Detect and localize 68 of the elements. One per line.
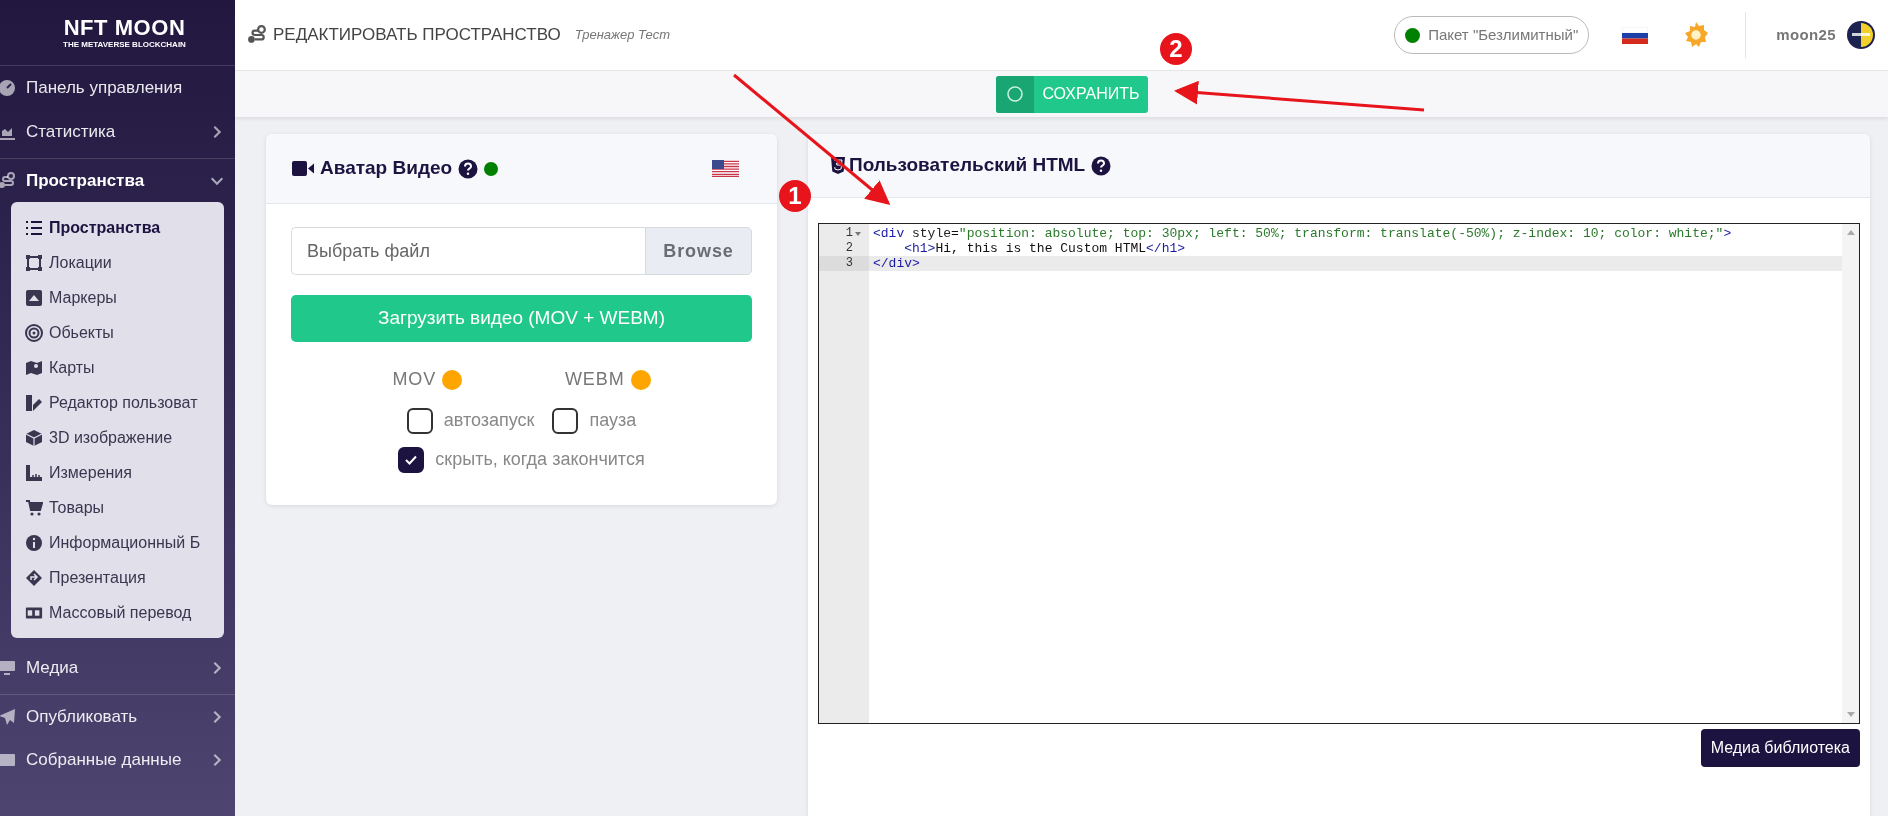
format-label: WEBM: [564, 368, 625, 391]
avatar-icon: [1846, 20, 1876, 50]
format-label: MOV: [392, 368, 437, 391]
us-flag-icon: [712, 160, 739, 177]
diamond-arrow-icon: [25, 568, 43, 587]
submenu-item[interactable]: Информационный Б: [11, 525, 224, 560]
sidebar-item[interactable]: Статистика: [0, 110, 235, 154]
code-line: <h1>Hi, this is the Custom HTML</h1>: [903, 241, 1187, 256]
submenu-item[interactable]: Массовый перевод: [11, 595, 224, 630]
submenu-item[interactable]: Карты: [11, 350, 224, 385]
code-editor[interactable]: 1 2 3 <div style="position: absolute; top: 30px; left: 50%; transform: translate(-50%); z-index: 10; color: white;"> <h1>Hi, this is the Custom HTML</h1> </div>: [818, 223, 1860, 724]
submenu-item[interactable]: Товары: [11, 490, 224, 525]
help-icon: [458, 158, 479, 179]
page-title: РЕДАКТИРОВАТЬ ПРОСТРАНСТВО: [273, 24, 561, 47]
route-icon: [247, 25, 267, 45]
submenu-item[interactable]: Пространства: [11, 210, 224, 245]
submenu-item[interactable]: Редактор пользоват: [11, 385, 224, 420]
checkbox-label: скрыть, когда закончится: [435, 448, 645, 471]
ruler-icon: [25, 463, 43, 482]
checkbox[interactable]: [398, 446, 425, 473]
list-icon: [25, 218, 43, 237]
html5-icon: [831, 157, 845, 174]
card-title: Пользовательский HTML: [849, 153, 1086, 178]
route-icon: [0, 171, 16, 190]
submenu-item[interactable]: Презентация: [11, 560, 224, 595]
sidebar-item[interactable]: Собранные данные: [0, 738, 235, 782]
browse-button[interactable]: Browse: [645, 227, 752, 275]
paper-plane-icon: [0, 707, 16, 726]
vector-square-icon: [25, 253, 43, 272]
sidebar-item[interactable]: Панель управления: [0, 66, 235, 110]
sidebar-item[interactable]: Медиа: [0, 646, 235, 690]
media-library-button[interactable]: Медиа библиотека: [1700, 729, 1860, 767]
check-icon: [405, 454, 418, 465]
line-number: 1: [819, 226, 869, 241]
submenu-item[interactable]: 3D изображение: [11, 420, 224, 455]
submenu-item[interactable]: Маркеры: [11, 280, 224, 315]
target-icon: [25, 323, 43, 342]
checkbox[interactable]: [406, 407, 433, 434]
map-icon: [25, 358, 43, 377]
video-camera-icon: [292, 161, 314, 176]
card-title: Аватар Видео: [320, 156, 453, 181]
fold-caret-icon: [855, 231, 861, 236]
info-icon: [25, 533, 43, 552]
ruler-pen-icon: [25, 393, 43, 412]
username[interactable]: moon25: [1776, 23, 1836, 47]
circle-icon: [1006, 85, 1025, 103]
help-icon: [1091, 155, 1112, 176]
submenu-item[interactable]: Обьекты: [11, 315, 224, 350]
line-number: 2: [844, 241, 854, 256]
cube-icon: [25, 428, 43, 447]
sidebar-item[interactable]: Опубликовать: [0, 694, 235, 738]
checkbox[interactable]: [552, 407, 579, 434]
code-line: <div style="position: absolute; top: 30px; left: 50%; transform: translate(-50%); z-index: 10; color: white;">: [872, 226, 1733, 241]
page-subtitle: Тренажер Тест: [574, 26, 670, 45]
submenu-item[interactable]: Измерения: [11, 455, 224, 490]
line-number: 3: [819, 256, 869, 271]
sun-icon: [1682, 21, 1711, 49]
submenu-item[interactable]: Локации: [11, 245, 224, 280]
cart-icon: [25, 498, 43, 517]
monitor-icon: [0, 659, 16, 677]
checkbox-label: автозапуск: [443, 409, 535, 432]
file-name-field[interactable]: Выбрать файл: [291, 227, 645, 275]
annotation-badge: 1: [779, 180, 811, 212]
checkbox-label: пауза: [589, 409, 637, 432]
gauge-icon: [0, 79, 16, 97]
scroll-down-icon: [1846, 712, 1855, 717]
russia-flag-icon: [1622, 26, 1649, 44]
scroll-up-icon: [1846, 230, 1855, 235]
